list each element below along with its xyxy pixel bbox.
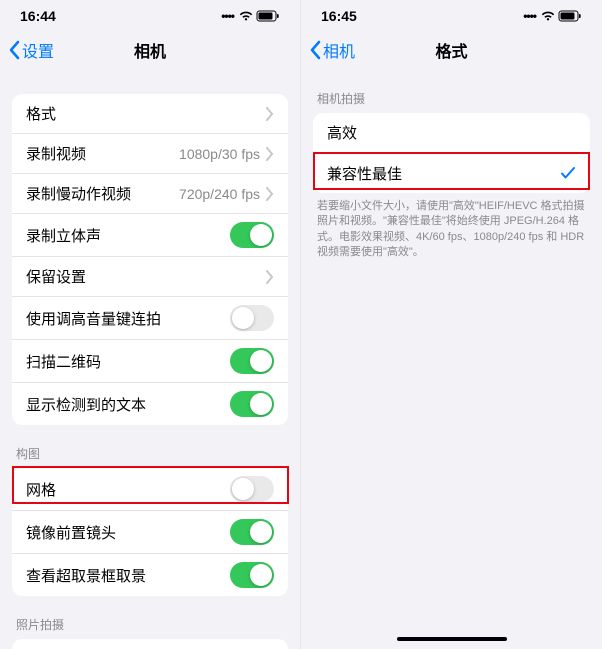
row-outside-frame: 查看超取景框取景	[12, 554, 288, 596]
chevron-right-icon	[266, 270, 274, 284]
wifi-icon	[238, 10, 254, 22]
wifi-icon	[540, 10, 556, 22]
settings-group-format: 高效 兼容性最佳	[313, 113, 590, 193]
nav-bar: 相机 格式	[301, 28, 602, 72]
row-most-compatible[interactable]: 兼容性最佳	[313, 153, 590, 193]
row-label: 高效	[327, 122, 576, 143]
switch-outside-frame[interactable]	[230, 562, 274, 588]
row-stereo-sound: 录制立体声	[12, 214, 288, 257]
cellular-icon: ••••	[523, 9, 536, 23]
row-detail: 1080p/30 fps	[179, 146, 260, 162]
group-header-photo-capture: 照片拍摄	[16, 616, 284, 633]
row-high-efficiency[interactable]: 高效	[313, 113, 590, 153]
switch-stereo-sound[interactable]	[230, 222, 274, 248]
row-label: 录制立体声	[26, 225, 230, 246]
switch-mirror-front[interactable]	[230, 519, 274, 545]
back-label: 设置	[22, 38, 54, 62]
status-bar: 16:44 ••••	[0, 0, 300, 28]
switch-grid[interactable]	[230, 476, 274, 502]
row-label: 录制慢动作视频	[26, 183, 179, 204]
status-time: 16:45	[321, 8, 357, 24]
settings-group-main: 格式 录制视频 1080p/30 fps 录制慢动作视频 720p/240 fp…	[12, 94, 288, 425]
row-format[interactable]: 格式	[12, 94, 288, 134]
chevron-right-icon	[266, 147, 274, 161]
status-bar: 16:45 ••••	[301, 0, 602, 28]
row-label: 镜像前置镜头	[26, 522, 230, 543]
switch-detect-text[interactable]	[230, 391, 274, 417]
format-settings-screen: 16:45 •••• 相机 格式 相机拍摄 高效 兼容性最佳 若要缩小文件大小，…	[301, 0, 602, 649]
row-photo-styles[interactable]: 摄影风格	[12, 639, 288, 649]
row-label: 网格	[26, 479, 230, 500]
group-header-composition: 构图	[16, 445, 284, 462]
row-record-slomo[interactable]: 录制慢动作视频 720p/240 fps	[12, 174, 288, 214]
row-label: 扫描二维码	[26, 351, 230, 372]
settings-group-photo-capture: 摄影风格	[12, 639, 288, 649]
chevron-left-icon	[309, 40, 321, 60]
row-record-video[interactable]: 录制视频 1080p/30 fps	[12, 134, 288, 174]
chevron-right-icon	[266, 107, 274, 121]
row-label: 兼容性最佳	[327, 163, 560, 184]
row-mirror-front: 镜像前置镜头	[12, 511, 288, 554]
camera-settings-screen: 16:44 •••• 设置 相机 格式 录制视频 1080p/30 fps 录	[0, 0, 301, 649]
row-detect-text: 显示检测到的文本	[12, 383, 288, 425]
row-label: 显示检测到的文本	[26, 394, 230, 415]
back-button[interactable]: 设置	[8, 38, 54, 62]
row-preserve-settings[interactable]: 保留设置	[12, 257, 288, 297]
group-header-camera-capture: 相机拍摄	[317, 90, 586, 107]
battery-icon	[558, 10, 582, 22]
row-label: 保留设置	[26, 266, 266, 287]
settings-group-composition: 网格 镜像前置镜头 查看超取景框取景	[12, 468, 288, 596]
row-detail: 720p/240 fps	[179, 186, 260, 202]
group-footer-format: 若要缩小文件大小，请使用"高效"HEIF/HEVC 格式拍摄照片和视频。"兼容性…	[317, 199, 586, 261]
row-scan-qr: 扫描二维码	[12, 340, 288, 383]
row-label: 录制视频	[26, 143, 179, 164]
row-volume-burst: 使用调高音量键连拍	[12, 297, 288, 340]
switch-volume-burst[interactable]	[230, 305, 274, 331]
content: 格式 录制视频 1080p/30 fps 录制慢动作视频 720p/240 fp…	[0, 94, 300, 649]
row-label: 使用调高音量键连拍	[26, 308, 230, 329]
status-time: 16:44	[20, 8, 56, 24]
back-button[interactable]: 相机	[309, 38, 355, 62]
back-label: 相机	[323, 38, 355, 62]
nav-bar: 设置 相机	[0, 28, 300, 72]
content: 相机拍摄 高效 兼容性最佳 若要缩小文件大小，请使用"高效"HEIF/HEVC …	[301, 90, 602, 281]
home-indicator	[397, 637, 507, 641]
chevron-left-icon	[8, 40, 20, 60]
checkmark-icon	[560, 165, 576, 181]
status-icons: ••••	[523, 9, 582, 23]
row-grid: 网格	[12, 468, 288, 511]
row-label: 格式	[26, 103, 266, 124]
switch-scan-qr[interactable]	[230, 348, 274, 374]
status-icons: ••••	[221, 9, 280, 23]
row-label: 查看超取景框取景	[26, 565, 230, 586]
cellular-icon: ••••	[221, 9, 234, 23]
battery-icon	[256, 10, 280, 22]
chevron-right-icon	[266, 187, 274, 201]
